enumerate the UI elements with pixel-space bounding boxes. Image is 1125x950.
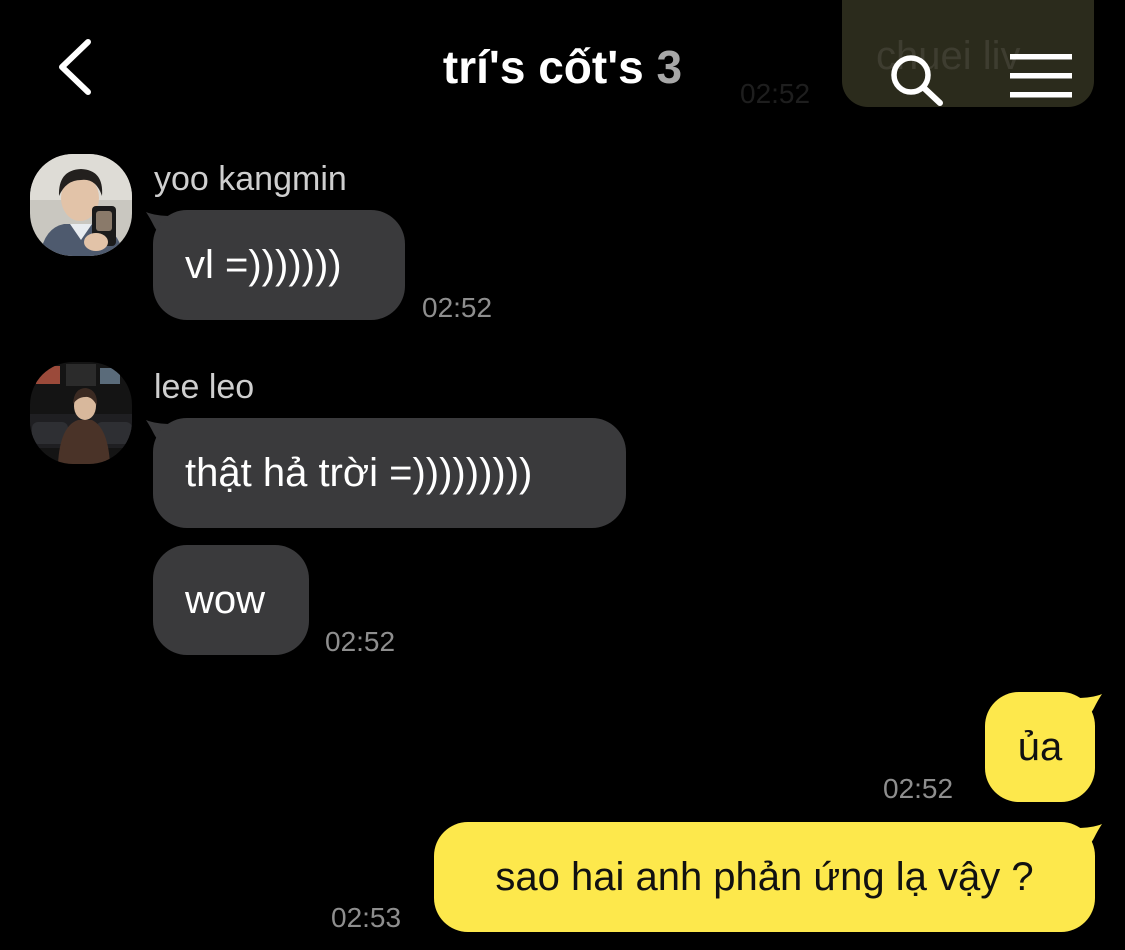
message-bubble[interactable]: vl =))))))) [153, 210, 405, 320]
message-bubble[interactable]: sao hai anh phản ứng lạ vậy ? [434, 822, 1095, 932]
chat-name: trí's cốt's [442, 41, 644, 93]
message-text: sao hai anh phản ứng lạ vậy ? [495, 855, 1034, 899]
back-button[interactable] [48, 36, 106, 98]
message-text: wow [185, 578, 266, 622]
search-icon [891, 55, 943, 106]
previous-message-timestamp: 02:52 [740, 78, 811, 109]
message-bubble[interactable]: ủa [985, 692, 1095, 802]
search-button[interactable] [886, 52, 946, 108]
message-text: ủa [1017, 725, 1063, 769]
sender-name: lee leo [154, 368, 255, 406]
avatar-yoo-kangmin[interactable] [30, 154, 132, 256]
message-timestamp: 02:52 [325, 626, 396, 657]
profile-photo [30, 154, 132, 256]
avatar-lee-leo[interactable] [30, 362, 132, 464]
chevron-left-icon [59, 39, 91, 95]
message-timestamp: 02:53 [331, 902, 402, 933]
hamburger-menu-icon [1010, 54, 1072, 98]
message-timestamp: 02:52 [422, 292, 493, 323]
member-count: 3 [656, 41, 683, 93]
sender-name: yoo kangmin [154, 160, 347, 198]
profile-photo [30, 362, 132, 464]
message-text: vl =))))))) [185, 243, 342, 287]
message-text: thật hả trời =))))))))) [185, 451, 533, 495]
menu-button[interactable] [1010, 52, 1072, 100]
message-bubble[interactable]: thật hả trời =))))))))) [153, 418, 626, 528]
message-bubble[interactable]: wow [153, 545, 309, 655]
message-timestamp: 02:52 [883, 773, 954, 804]
